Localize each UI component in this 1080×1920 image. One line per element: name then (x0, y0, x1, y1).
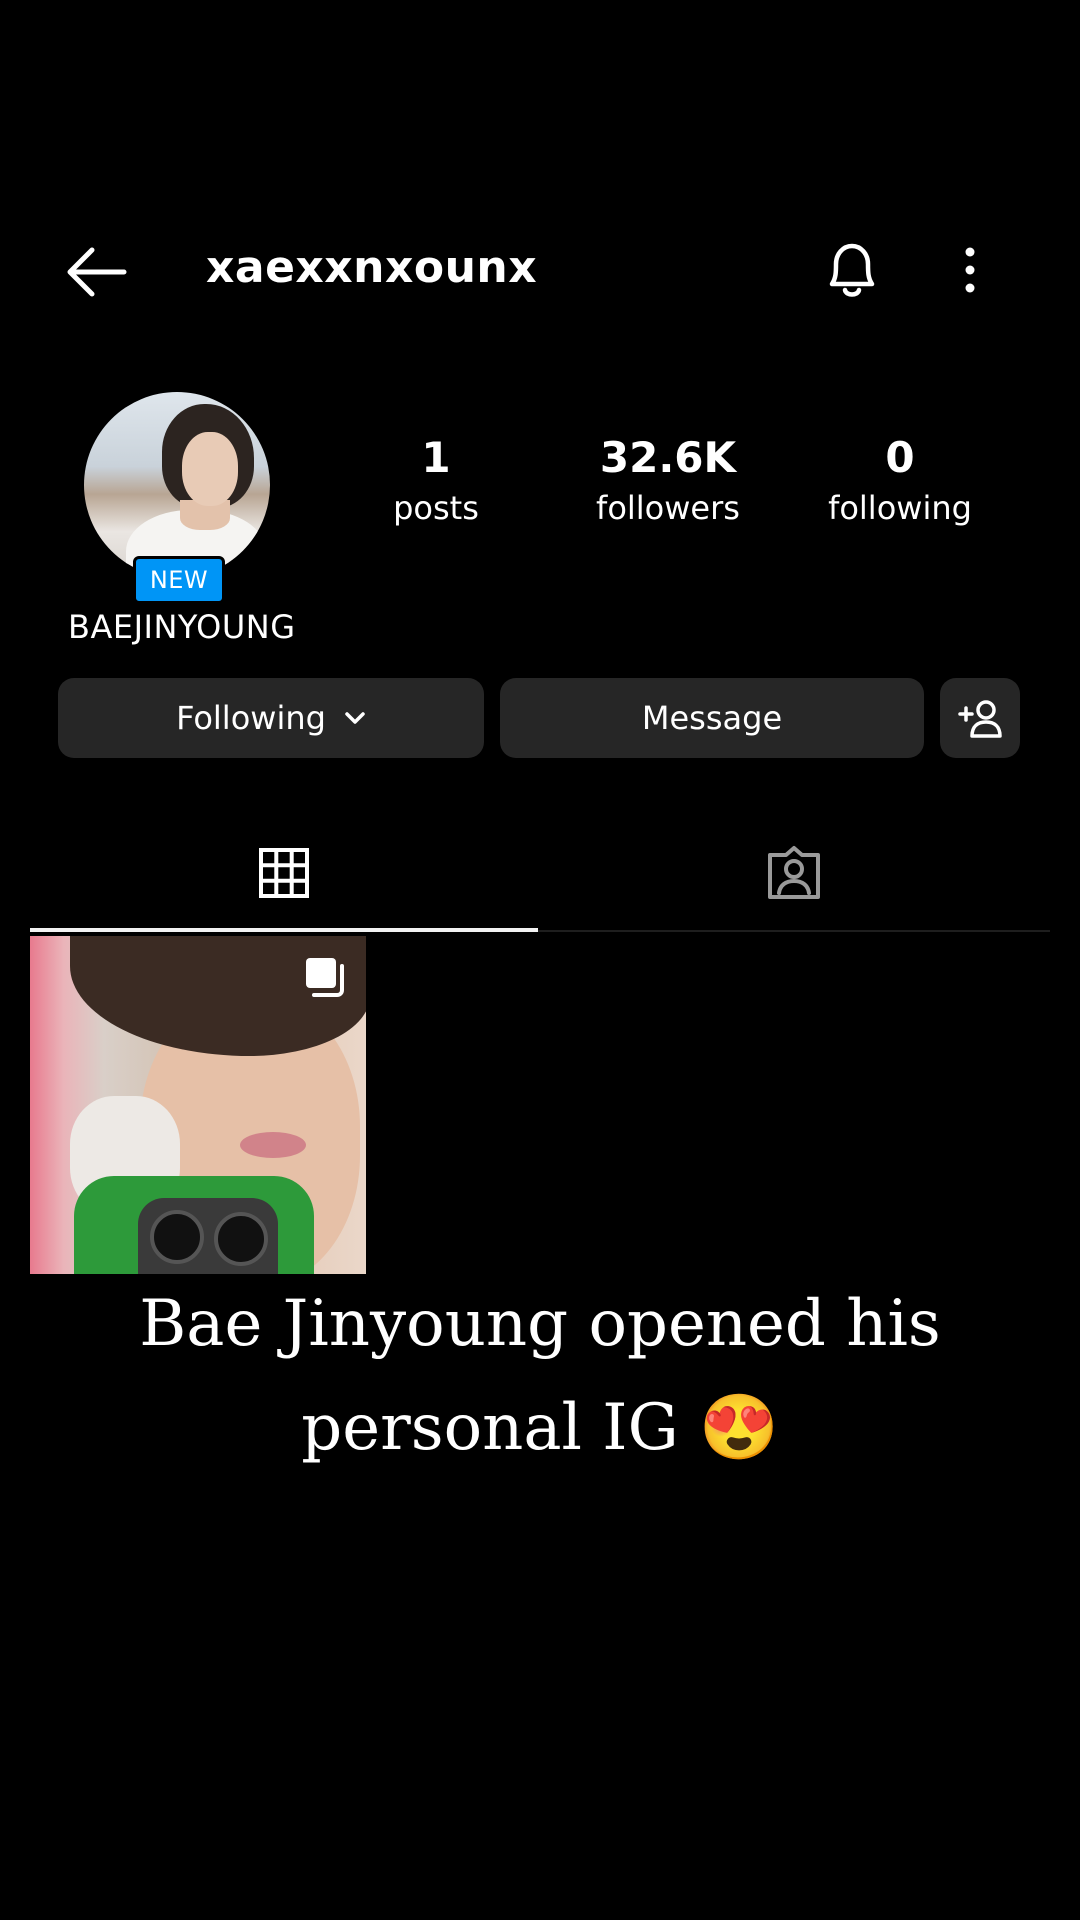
more-options-icon[interactable] (958, 246, 982, 294)
profile-avatar[interactable] (84, 392, 270, 578)
bell-icon[interactable] (822, 238, 882, 302)
profile-username: xaexxnxounx (206, 242, 538, 293)
message-button-label: Message (641, 699, 783, 737)
chevron-down-icon (345, 712, 365, 724)
following-value: 0 (885, 433, 915, 482)
followers-value: 32.6K (599, 433, 737, 482)
followers-label: followers (596, 489, 740, 527)
following-count[interactable]: 0 following (800, 430, 1000, 530)
posts-count[interactable]: 1 posts (336, 430, 536, 530)
active-tab-indicator (30, 928, 538, 932)
tab-posts-grid[interactable] (30, 828, 538, 932)
posts-label: posts (393, 489, 479, 527)
tab-tagged[interactable] (538, 828, 1050, 932)
followers-count[interactable]: 32.6K followers (568, 430, 768, 530)
post-thumbnail[interactable] (30, 936, 366, 1274)
multiple-photos-icon (306, 958, 344, 997)
new-badge: NEW (133, 556, 225, 604)
back-arrow-icon[interactable] (64, 244, 128, 300)
following-button-label: Following (176, 699, 326, 737)
caption-overlay: Bae Jinyoung opened his personal IG 😍 (139, 1287, 941, 1465)
add-person-icon (958, 700, 1002, 738)
following-button[interactable]: Following (58, 678, 484, 758)
message-button[interactable]: Message (500, 678, 924, 758)
grid-icon (259, 848, 309, 898)
following-label: following (828, 489, 972, 527)
display-name: BAEJINYOUNG (68, 608, 296, 646)
tagged-person-icon (768, 846, 820, 899)
suggested-users-button[interactable] (940, 678, 1020, 758)
tab-divider (538, 930, 1050, 932)
posts-value: 1 (421, 433, 451, 482)
